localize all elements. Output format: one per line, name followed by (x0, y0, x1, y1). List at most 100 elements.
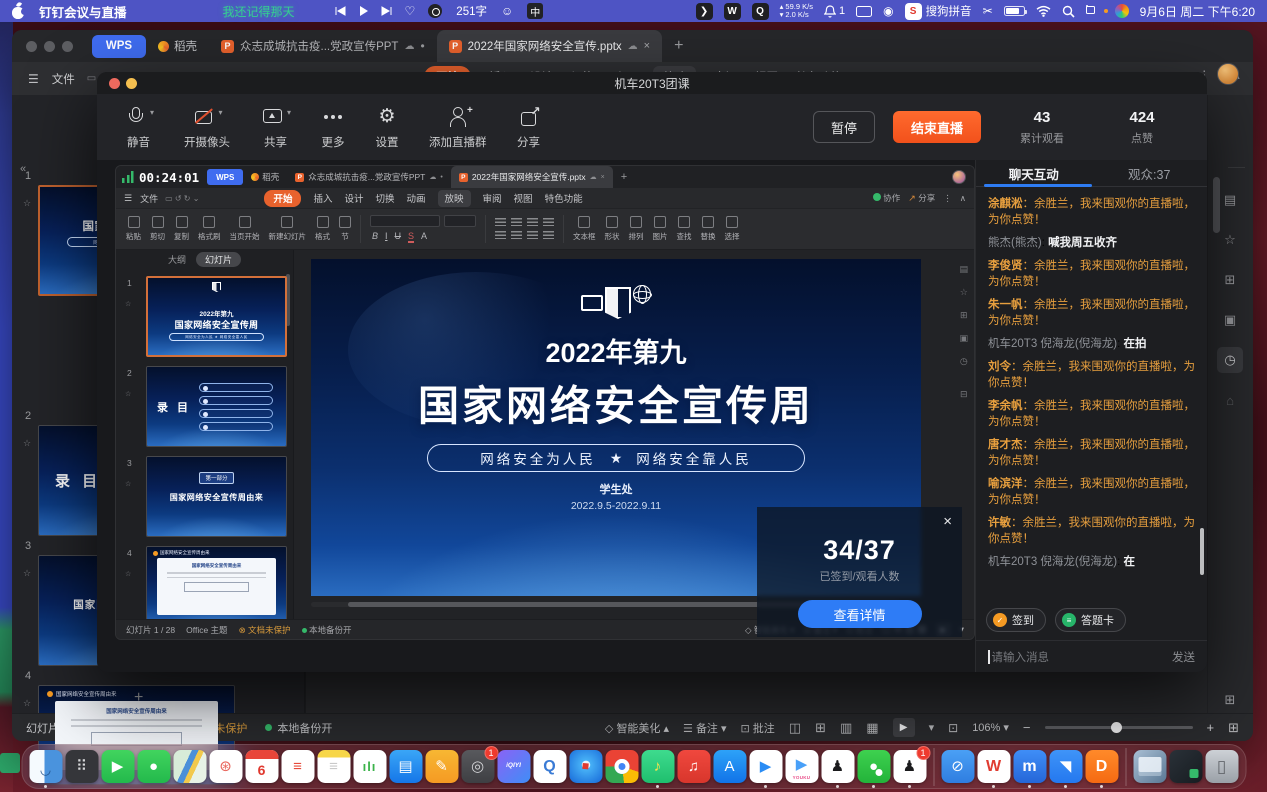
slides-tab-active[interactable]: 幻灯片 (196, 252, 241, 267)
slide-thumbnail-3[interactable]: 第一部分 国家网络安全宣传周由来 (146, 456, 287, 537)
qq-music-icon[interactable]: ♪ (641, 750, 674, 783)
sogou-icon[interactable]: S (905, 3, 922, 20)
local-backup[interactable]: 本地备份开 (265, 720, 332, 736)
search-icon[interactable] (1062, 5, 1075, 18)
ribbon-button[interactable]: 格式 (315, 216, 330, 242)
start-slideshow-button[interactable]: ▶ (893, 718, 915, 737)
tab-chat-interaction[interactable]: 聊天互动 (976, 160, 1092, 186)
document-tab-2-active[interactable]: P2022年国家网络安全宣传.pptx ☁× (451, 166, 613, 188)
outline-tab[interactable]: 大纲 (168, 253, 186, 266)
bird-app-icon[interactable]: ❯ (696, 3, 713, 20)
properties-icon[interactable]: ▤ (1217, 187, 1243, 213)
dock-separator[interactable] (1125, 748, 1126, 786)
netease-music-icon[interactable]: ♫ (677, 750, 710, 783)
slide-sorter-icon[interactable]: ⊞ (815, 720, 826, 736)
user-avatar[interactable] (952, 170, 966, 184)
document-tab-1[interactable]: P 众志成城抗击疫...党政宣传PPT ☁ • (209, 30, 437, 62)
ribbon-button[interactable]: 粘贴 (126, 216, 141, 242)
format-letter-button[interactable]: I (385, 231, 388, 243)
app-store-icon[interactable]: A (713, 750, 746, 783)
close-icon[interactable]: × (943, 513, 952, 530)
dock-separator[interactable] (933, 748, 934, 786)
chat-message-list[interactable]: 涂麒淞：余胜兰，我来围观你的直播啦，为你点赞！ 熊杰(熊杰): 喊我周五收齐 李… (976, 187, 1207, 587)
zoom-slider[interactable] (1045, 726, 1193, 729)
format-letter-button[interactable]: B (372, 231, 378, 243)
chat-scrollbar[interactable] (1200, 528, 1204, 575)
slideshow-settings-icon[interactable]: ▦ (866, 720, 878, 736)
ribbon-tab[interactable]: 视图 (514, 191, 533, 205)
tim-icon[interactable]: ♟ 1 (893, 750, 926, 783)
ribbon-tab[interactable]: 放映 (438, 190, 471, 207)
image-edit-icon[interactable]: ▣ (1217, 307, 1243, 333)
calendar-icon[interactable]: 6 (245, 750, 278, 783)
pause-live-button[interactable]: 暂停 (813, 111, 875, 143)
hamburger-menu-icon[interactable]: ☰ (28, 72, 40, 86)
slideshow-caret[interactable]: ▾ (929, 721, 935, 734)
font-size-field[interactable] (444, 215, 476, 227)
live-toolbar-button[interactable]: ⚙ 设置 (375, 105, 399, 150)
quick-access-icons[interactable]: ▭ ↺ ↻ ⌄ (165, 194, 199, 203)
docer-tab[interactable]: 稻壳 (146, 30, 209, 62)
ribbon-button[interactable]: 剪切 (150, 216, 165, 242)
bell-icon[interactable] (824, 5, 836, 18)
send-button[interactable]: 发送 (1172, 649, 1195, 665)
chrome-icon[interactable] (605, 750, 638, 783)
ribbon-button[interactable]: 文本框 (573, 216, 596, 242)
ribbon-tab[interactable]: 审阅 (483, 191, 502, 205)
record-icon[interactable]: ◉ (883, 4, 893, 18)
display-icon[interactable] (856, 6, 872, 17)
wps-home-button[interactable]: WPS (92, 35, 146, 58)
photos-icon[interactable]: ⊛ (209, 750, 242, 783)
end-live-button[interactable]: 结束直播 (893, 111, 981, 143)
messages-icon[interactable]: ● (137, 750, 170, 783)
word-app-icon[interactable]: W (724, 3, 741, 20)
minimize-window-button[interactable] (44, 41, 55, 52)
tencent-video-icon[interactable]: ▶ (749, 750, 782, 783)
menubar-app-name[interactable]: 钉钉会议与直播 (39, 2, 127, 21)
zoom-out-button[interactable]: − (1023, 720, 1031, 735)
zoom-level[interactable]: 106% ▾ (972, 721, 1009, 734)
user-avatar[interactable] (1217, 63, 1239, 85)
slide-thumbnail-4[interactable]: 国家网络安全宣传周由来 国家网络安全宣传周由来 (146, 546, 287, 627)
chevron-down-icon[interactable]: ▾ (150, 108, 154, 117)
view-details-button[interactable]: 查看详情 (798, 600, 922, 628)
live-toolbar-button[interactable]: 分享 (517, 105, 541, 150)
scissors-icon[interactable]: ✂ (983, 4, 993, 18)
format-letter-button[interactable]: A (421, 231, 427, 243)
hamburger-menu-icon[interactable]: ☰ (124, 193, 133, 204)
reminders-icon[interactable]: ≡ (281, 750, 314, 783)
live-toolbar-button[interactable]: 更多 (321, 105, 345, 150)
ribbon-button[interactable]: 复制 (174, 216, 189, 242)
ribbon-tab[interactable]: 特色功能 (545, 191, 583, 205)
displays-status-icon[interactable] (1086, 5, 1104, 17)
font-format-cluster[interactable]: BIUSA (370, 215, 476, 243)
maps-icon[interactable] (173, 750, 206, 783)
ribbon-button[interactable]: 格式刷 (198, 216, 221, 242)
zoom-window-button[interactable] (62, 41, 73, 52)
next-track-icon[interactable] (381, 6, 392, 16)
ribbon-tab[interactable]: 切换 (375, 191, 394, 205)
play-icon[interactable] (359, 6, 368, 16)
boards-icon[interactable]: ⊞ (1217, 687, 1243, 713)
wechat-icon[interactable]: ● (857, 750, 890, 783)
ribbon-button[interactable]: 查找 (677, 216, 692, 242)
notes-button[interactable]: ☰ 备注 ▾ (683, 720, 727, 736)
slide-thumbnail-2[interactable]: 录 目 (146, 366, 287, 447)
quiz-card-pill-button[interactable]: ≡答题卡 (1055, 608, 1126, 632)
share-button[interactable]: ↗ 分享 (908, 192, 935, 204)
docer-tab[interactable]: 稻壳 (243, 171, 287, 183)
music-app-icon[interactable] (428, 4, 442, 18)
keynote-icon[interactable]: ▤ (389, 750, 422, 783)
live-toolbar-button[interactable]: + 添加直播群 (429, 105, 487, 150)
inner-right-sidebar-icons[interactable]: ▤☆⊞▣◷⊟ (959, 264, 968, 400)
history-icon[interactable]: ◷ (1217, 347, 1243, 373)
collapse-ribbon-icon[interactable]: ∧ (960, 193, 966, 204)
comments-button[interactable]: ⊡ 批注 (741, 720, 775, 736)
font-family-field[interactable] (370, 215, 440, 227)
ribbon-tab[interactable]: 设计 (344, 191, 363, 205)
collab-button[interactable]: 协作 (873, 192, 900, 204)
normal-view-icon[interactable]: ◫ (789, 720, 801, 736)
window-preview-icon[interactable] (1133, 750, 1166, 783)
wps-icon[interactable]: W (977, 750, 1010, 783)
launchpad-icon[interactable]: ⠿ (65, 750, 98, 783)
